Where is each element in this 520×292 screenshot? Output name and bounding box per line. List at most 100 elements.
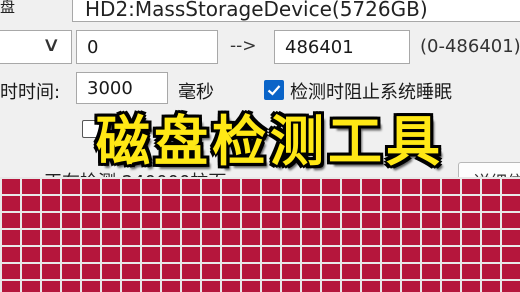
block-cell [142,281,160,292]
block-cell [282,230,300,245]
chevron-down-icon[interactable]: ∨ [42,32,61,56]
block-cell [82,264,100,279]
block-cell [402,230,420,245]
block-cell [102,213,120,228]
block-cell [162,213,180,228]
block-cell [382,264,400,279]
block-cell [242,264,260,279]
block-cell [422,196,440,211]
block-cell [462,230,480,245]
block-cell [442,230,460,245]
block-cell [262,196,280,211]
block-cell [82,196,100,211]
block-cell [222,281,240,292]
prevent-sleep-checkbox[interactable] [264,80,284,100]
block-cell [422,264,440,279]
block-cell [422,281,440,292]
block-cell [482,196,500,211]
block-cell [62,196,80,211]
block-cell [142,196,160,211]
block-cell [22,264,40,279]
block-cell [102,196,120,211]
block-cell [2,179,20,194]
end-cylinder-input[interactable]: 486401 [274,30,410,64]
block-cell [282,213,300,228]
block-cell [282,264,300,279]
block-cell [2,230,20,245]
block-cell [462,281,480,292]
block-cell [302,179,320,194]
block-cell [242,281,260,292]
block-cell [142,264,160,279]
timeout-label: 时时间: [0,82,61,103]
block-cell [402,196,420,211]
block-cell [282,281,300,292]
block-cell [462,179,480,194]
block-cell [482,213,500,228]
block-cell [42,196,60,211]
block-cell [122,230,140,245]
block-cell [42,213,60,228]
block-cell [242,179,260,194]
block-cell [222,247,240,262]
block-cell [282,196,300,211]
block-cell [142,213,160,228]
block-cell [422,213,440,228]
block-cell [382,247,400,262]
block-cell [442,179,460,194]
block-cell [342,230,360,245]
block-cell [322,179,340,194]
block-cell [342,247,360,262]
block-cell [22,281,40,292]
block-cell [182,196,200,211]
block-cell [162,264,180,279]
block-cell [22,230,40,245]
block-cell [62,264,80,279]
block-cell [2,281,20,292]
block-cell [202,196,220,211]
block-cell [362,179,380,194]
block-cell [62,281,80,292]
block-cell [322,281,340,292]
mode-select[interactable] [0,30,72,64]
block-cell [162,230,180,245]
timeout-unit: 毫秒 [178,82,214,103]
block-cell [262,281,280,292]
timeout-input[interactable]: 3000 [76,72,168,104]
block-cell [222,179,240,194]
block-cell [382,196,400,211]
block-cell [382,230,400,245]
checkmark-icon [267,85,281,96]
block-cell [202,213,220,228]
block-cell [82,179,100,194]
block-cell [502,264,520,279]
block-cell [302,230,320,245]
block-cell [262,264,280,279]
block-cell [282,247,300,262]
block-cell [82,230,100,245]
block-cell [2,213,20,228]
block-cell [262,230,280,245]
block-cell [322,247,340,262]
block-cell [382,179,400,194]
block-cell [82,247,100,262]
block-cell [42,281,60,292]
block-cell [322,230,340,245]
block-cell [102,264,120,279]
block-cell [222,196,240,211]
start-cylinder-input[interactable]: 0 [76,30,218,64]
block-cell [22,179,40,194]
block-cell [282,179,300,194]
block-cell [422,179,440,194]
block-cell [242,230,260,245]
block-cell [362,264,380,279]
block-cell [202,179,220,194]
block-cell [402,247,420,262]
block-cell [482,179,500,194]
drive-name-field[interactable]: HD2:MassStorageDevice(5726GB) [72,0,520,22]
block-cell [482,247,500,262]
block-cell [242,247,260,262]
block-cell [442,213,460,228]
block-cell [122,196,140,211]
block-cell [182,247,200,262]
